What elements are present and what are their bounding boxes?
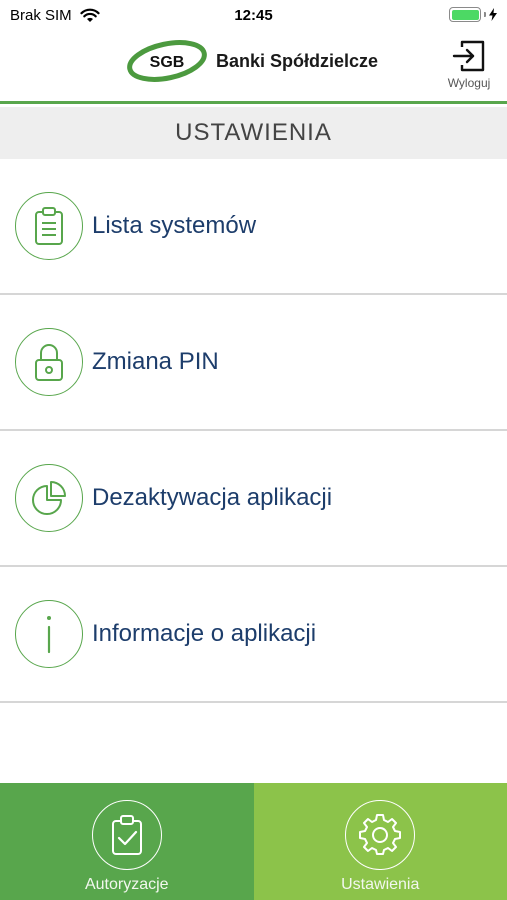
sgb-logo: SGB (127, 40, 207, 82)
battery-tip (484, 12, 486, 17)
tab-icon-wrap (91, 800, 162, 870)
menu-icon-wrap (15, 192, 83, 260)
menu-item-lista-systemow[interactable]: Lista systemów (0, 159, 507, 295)
page-title: USTAWIENIA (175, 119, 332, 146)
menu-item-dezaktywacja[interactable]: Dezaktywacja aplikacji (0, 431, 507, 567)
menu-icon-wrap (15, 328, 83, 396)
menu-item-zmiana-pin[interactable]: Zmiana PIN (0, 295, 507, 431)
tab-autoryzacje[interactable]: Autoryzacje (0, 783, 254, 900)
app-header: SGB Banki Spółdzielcze Wyloguj (0, 30, 507, 104)
tab-icon-wrap (345, 800, 416, 870)
gear-icon (359, 814, 402, 855)
settings-menu: Lista systemów Zmiana PIN Dezaktywacja a… (0, 159, 507, 703)
logo-text: SGB (150, 54, 185, 71)
menu-icon-wrap (15, 464, 83, 532)
tab-label: Autoryzacje (84, 876, 169, 893)
menu-icon-wrap (15, 600, 83, 668)
section-title-bar: USTAWIENIA (0, 107, 507, 159)
logout-icon (452, 40, 485, 72)
menu-item-label: Zmiana PIN (92, 348, 219, 375)
brand: SGB Banki Spółdzielcze (126, 38, 378, 84)
battery-icon (449, 7, 481, 22)
logout-label: Wyloguj (447, 76, 491, 90)
battery-indicator (449, 7, 497, 22)
tab-label: Ustawienia (341, 876, 420, 893)
logout-button[interactable]: Wyloguj (443, 38, 495, 90)
menu-item-label: Informacje o aplikacji (92, 620, 317, 647)
menu-item-label: Lista systemów (92, 212, 257, 239)
menu-item-informacje[interactable]: Informacje o aplikacji (0, 567, 507, 703)
clipboard-check-icon (111, 815, 142, 855)
menu-item-label: Dezaktywacja aplikacji (92, 484, 333, 511)
tab-bar: Autoryzacje Ustawienia (0, 783, 507, 900)
battery-fill (451, 9, 479, 20)
lock-icon (35, 344, 63, 381)
status-bar: Brak SIM 12:45 (0, 0, 507, 30)
info-icon (47, 616, 51, 654)
tab-ustawienia[interactable]: Ustawienia (253, 783, 507, 900)
pie-chart-icon (32, 481, 66, 515)
charging-bolt-icon (489, 8, 497, 21)
brand-name: Banki Spółdzielcze (216, 50, 379, 71)
status-clock: 12:45 (234, 7, 273, 24)
clipboard-icon (35, 207, 63, 245)
